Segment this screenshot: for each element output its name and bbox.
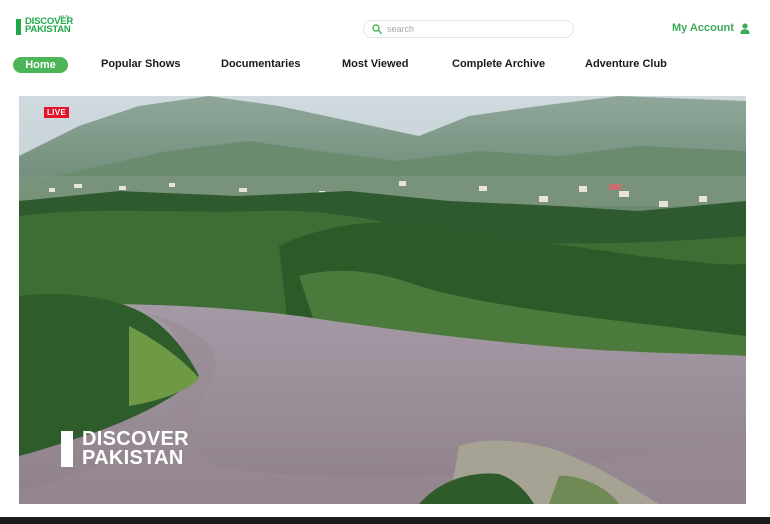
logo-text: DISCOVER PAKISTAN [25, 17, 73, 35]
search-box[interactable] [363, 20, 574, 38]
watermark-text: DISCOVER PAKISTAN [82, 429, 189, 469]
nav-complete-archive[interactable]: Complete Archive [452, 58, 545, 70]
brand-logo[interactable]: DISCOVER PAKISTAN [16, 17, 73, 40]
nav-adventure-club[interactable]: Adventure Club [585, 58, 667, 70]
nav-popular-shows[interactable]: Popular Shows [101, 58, 180, 70]
live-video-player[interactable]: LIVE DISCOVER PAKISTAN [19, 96, 746, 504]
bottom-strip [0, 517, 770, 524]
live-badge: LIVE [44, 107, 69, 118]
my-account-link[interactable]: My Account [672, 22, 750, 34]
logo-line2: PAKISTAN [25, 24, 71, 35]
nav-home[interactable]: Home [13, 57, 68, 73]
search-icon [372, 24, 382, 34]
search-input[interactable] [387, 24, 557, 34]
logo-bar [16, 19, 21, 35]
watermark-bar [61, 431, 73, 467]
watermark-logo: DISCOVER PAKISTAN [61, 429, 189, 469]
watermark-line2: PAKISTAN [82, 447, 184, 469]
nav-most-viewed[interactable]: Most Viewed [342, 58, 408, 70]
user-icon [740, 22, 750, 34]
logo-tag: HD TV [59, 15, 70, 19]
page: DISCOVER PAKISTAN HD TV My Account Home … [0, 0, 770, 517]
nav-documentaries[interactable]: Documentaries [221, 58, 300, 70]
account-label: My Account [672, 22, 734, 34]
